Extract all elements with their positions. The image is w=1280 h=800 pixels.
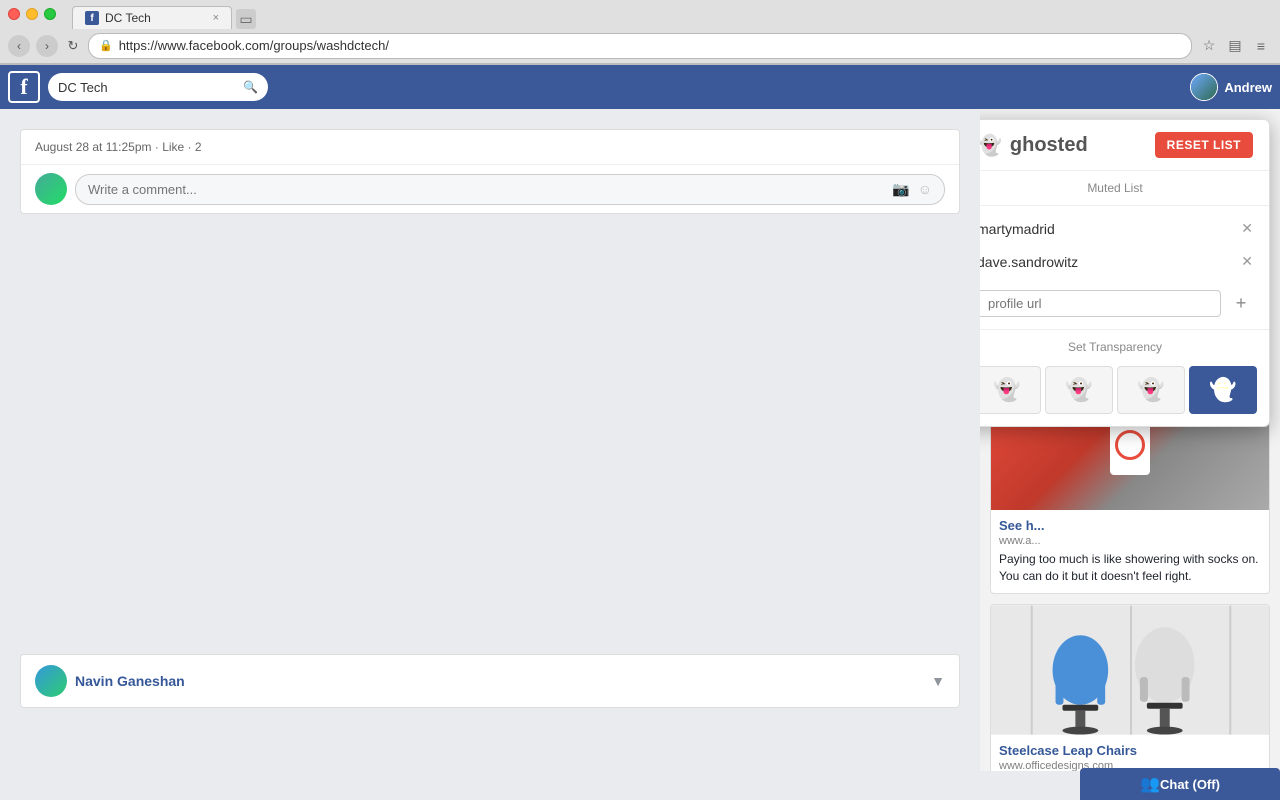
fb-search-box[interactable]: 🔍 [48, 73, 268, 101]
ghosted-title-wrap: 👻 ghosted [980, 133, 1088, 158]
ad-content-2: Steelcase Leap Chairs www.officedesigns.… [991, 735, 1269, 771]
title-bar: f DC Tech × ▭ [0, 0, 1280, 28]
reset-list-button[interactable]: RESET LIST [1155, 132, 1253, 158]
chevron-down-icon: ▼ [931, 673, 945, 689]
bottom-post-avatar [35, 665, 67, 697]
main-content: August 28 at 11:25pm · Like · 2 📷 ☺ Navi… [0, 109, 1280, 771]
ghost-slight-icon: 👻 [1065, 377, 1092, 403]
ad-desc-1: Paying too much is like showering with s… [999, 551, 1261, 585]
refresh-button[interactable]: ↻ [64, 37, 82, 55]
url-text: https://www.facebook.com/groups/washdcte… [119, 38, 1181, 53]
chat-bar[interactable]: 👥 Chat (Off) [1080, 768, 1280, 800]
forward-button[interactable]: › [36, 35, 58, 57]
camera-icon[interactable]: 📷 [892, 181, 909, 198]
ad-link-2[interactable]: Steelcase Leap Chairs [999, 743, 1261, 758]
transparency-level-1-button[interactable]: 👻 [1045, 366, 1113, 414]
right-sidebar: 👻 ghosted RESET LIST Muted List martymad… [980, 109, 1280, 771]
muted-username: martymadrid [980, 221, 1055, 237]
comment-box: 📷 ☺ [21, 164, 959, 213]
transparency-level-3-button[interactable]: 👻 [1189, 366, 1257, 414]
fb-header: f 🔍 Andrew [0, 65, 1280, 109]
ad-card-2: Steelcase Leap Chairs www.officedesigns.… [990, 604, 1270, 771]
fb-logo: f [8, 71, 40, 103]
browser-tab[interactable]: f DC Tech × [72, 6, 232, 29]
ad-link-1[interactable]: See h... [999, 518, 1261, 533]
address-bar: ‹ › ↻ 🔒 https://www.facebook.com/groups/… [0, 28, 1280, 64]
ssl-icon: 🔒 [99, 39, 113, 52]
tab-close-button[interactable]: × [213, 12, 219, 24]
muted-username: dave.sandrowitz [980, 254, 1078, 270]
menu-icon[interactable]: ≡ [1250, 35, 1272, 57]
list-item: dave.sandrowitz ✕ [980, 245, 1269, 278]
transparency-label: Set Transparency [980, 330, 1269, 360]
fb-search-input[interactable] [58, 80, 237, 95]
transparency-level-0-button[interactable]: 👻 [980, 366, 1041, 414]
ghosted-title: ghosted [1010, 134, 1088, 157]
toolbar-right: ☆ ▤ ≡ [1198, 35, 1272, 57]
post-card: August 28 at 11:25pm · Like · 2 📷 ☺ [20, 129, 960, 214]
ghost-more-icon: 👻 [1137, 377, 1164, 403]
chat-icon: 👥 [1140, 774, 1160, 794]
feed-area: August 28 at 11:25pm · Like · 2 📷 ☺ Navi… [0, 109, 980, 771]
add-profile-button[interactable]: + [1229, 292, 1253, 316]
ad-content-1: See h... www.a... Paying too much is lik… [991, 510, 1269, 593]
minimize-window-button[interactable] [26, 8, 38, 20]
comment-icons: 📷 ☺ [892, 181, 932, 198]
tab-favicon: f [85, 11, 99, 25]
ghost-icon: 👻 [980, 133, 1002, 158]
post-meta: August 28 at 11:25pm · Like · 2 [21, 130, 959, 164]
bottom-post-card: Navin Ganeshan ▼ [20, 654, 960, 708]
tab-bar: f DC Tech × ▭ [64, 0, 264, 29]
bookmark-icon[interactable]: ☆ [1198, 35, 1220, 57]
ghosted-popup: 👻 ghosted RESET LIST Muted List martymad… [980, 119, 1270, 427]
close-window-button[interactable] [8, 8, 20, 20]
user-name: Andrew [1224, 80, 1272, 95]
fb-search-icon: 🔍 [243, 80, 258, 94]
tab-title: DC Tech [105, 11, 151, 25]
bottom-post-username[interactable]: Navin Ganeshan [75, 673, 923, 689]
add-profile-row: + [980, 284, 1269, 330]
comment-input[interactable] [88, 182, 886, 197]
profile-url-input[interactable] [980, 290, 1221, 317]
transparency-options: 👻 👻 👻 👻 [980, 360, 1269, 426]
ghost-most-icon: 👻 [1209, 377, 1236, 403]
emoji-icon[interactable]: ☺ [918, 181, 932, 198]
chat-label: Chat (Off) [1160, 777, 1220, 792]
list-item: martymadrid ✕ [980, 212, 1269, 245]
remove-dave-button[interactable]: ✕ [1241, 253, 1253, 270]
muted-list: martymadrid ✕ dave.sandrowitz ✕ [980, 206, 1269, 284]
ad-image-2 [991, 605, 1269, 735]
transparency-level-2-button[interactable]: 👻 [1117, 366, 1185, 414]
new-tab-button[interactable]: ▭ [236, 9, 256, 29]
post-timestamp: August 28 at 11:25pm · Like · 2 [35, 140, 202, 154]
fb-user-menu[interactable]: Andrew [1190, 73, 1272, 101]
traffic-lights [8, 8, 56, 20]
comment-input-wrap[interactable]: 📷 ☺ [75, 174, 945, 205]
back-button[interactable]: ‹ [8, 35, 30, 57]
remove-martymadrid-button[interactable]: ✕ [1241, 220, 1253, 237]
reader-view-icon[interactable]: ▤ [1224, 35, 1246, 57]
maximize-window-button[interactable] [44, 8, 56, 20]
url-input[interactable]: 🔒 https://www.facebook.com/groups/washdc… [88, 33, 1192, 59]
ad-url-1: www.a... [999, 535, 1261, 547]
avatar [1190, 73, 1218, 101]
ghosted-header: 👻 ghosted RESET LIST [980, 120, 1269, 171]
commenter-avatar [35, 173, 67, 205]
muted-list-label: Muted List [980, 171, 1269, 206]
ghost-opaque-icon: 👻 [993, 377, 1020, 403]
